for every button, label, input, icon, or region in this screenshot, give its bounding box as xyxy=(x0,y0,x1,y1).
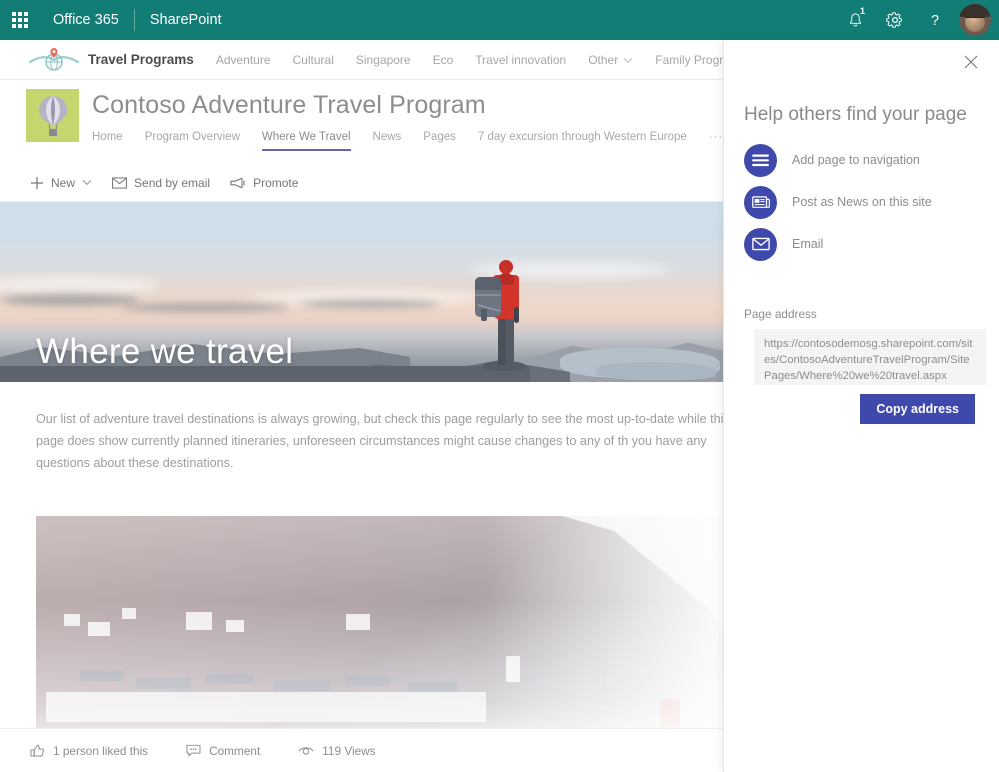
hub-link-label: Adventure xyxy=(216,53,271,67)
sharepoint-app-name[interactable]: SharePoint xyxy=(137,0,235,40)
eye-icon xyxy=(298,745,314,756)
site-nav-item-program-overview[interactable]: Program Overview xyxy=(145,131,240,151)
views-label: 119 Views xyxy=(322,744,375,758)
navigation-menu-icon xyxy=(744,144,777,177)
action-label: Email xyxy=(792,237,823,251)
hub-link-label: Travel innovation xyxy=(475,53,566,67)
panel-actions: Add page to navigation Post as News on t… xyxy=(744,140,984,264)
cloud xyxy=(0,294,140,306)
suite-divider xyxy=(134,9,135,31)
hub-link-family-programs[interactable]: Family Programs xyxy=(655,53,723,67)
plus-icon xyxy=(30,176,44,190)
notification-badge: 1 xyxy=(858,7,867,16)
site-logo[interactable] xyxy=(26,89,79,142)
comment-label: Comment xyxy=(209,744,260,758)
post-as-news-button[interactable]: Post as News on this site xyxy=(744,182,984,222)
user-avatar[interactable] xyxy=(959,4,991,36)
like-button[interactable]: 1 person liked this xyxy=(30,744,148,758)
add-page-to-navigation-button[interactable]: Add page to navigation xyxy=(744,140,984,180)
hero-title: Where we travel xyxy=(36,332,293,372)
settings-button[interactable] xyxy=(875,0,915,40)
hub-link-label: Family Programs xyxy=(655,53,723,67)
hub-site-title[interactable]: Travel Programs xyxy=(88,52,194,67)
close-icon xyxy=(964,55,978,74)
views-counter[interactable]: 119 Views xyxy=(298,744,375,758)
cloud xyxy=(120,303,290,312)
megaphone-icon xyxy=(230,177,246,189)
site-nav-item-pages[interactable]: Pages xyxy=(423,131,456,151)
action-label: Post as News on this site xyxy=(792,195,932,209)
article-image xyxy=(36,516,726,729)
office365-suite-bar: Office 365 SharePoint 1 ? xyxy=(0,0,999,40)
hub-link-eco[interactable]: Eco xyxy=(433,53,454,67)
site-nav-item-where-we-travel[interactable]: Where We Travel xyxy=(262,131,351,151)
help-button[interactable]: ? xyxy=(915,0,955,40)
hero-banner: Where we travel xyxy=(0,202,723,382)
email-button[interactable]: Email xyxy=(744,224,984,264)
hub-link-singapore[interactable]: Singapore xyxy=(356,53,411,67)
hub-site-navigation: Travel Programs Adventure Cultural Singa… xyxy=(0,40,723,80)
chevron-down-icon xyxy=(82,179,92,186)
travel-globe-pin-icon xyxy=(28,46,80,74)
page-address-field[interactable]: https://contosodemosg.sharepoint.com/sit… xyxy=(754,329,986,385)
envelope-icon xyxy=(744,228,777,261)
site-nav-item-home[interactable]: Home xyxy=(92,131,123,151)
news-icon xyxy=(744,186,777,219)
panel-close-button[interactable] xyxy=(955,48,987,80)
site-nav-overflow-button[interactable]: ··· xyxy=(709,131,724,151)
office365-brand[interactable]: Office 365 xyxy=(40,0,132,40)
panel-heading: Help others find your page xyxy=(744,104,967,126)
command-bar: New Send by email Promote xyxy=(0,164,723,202)
hub-link-other[interactable]: Other xyxy=(588,53,633,67)
thumbs-up-icon xyxy=(30,744,45,758)
hub-link-adventure[interactable]: Adventure xyxy=(216,53,271,67)
new-button-label: New xyxy=(51,176,75,190)
comment-button[interactable]: Comment xyxy=(186,744,260,758)
svg-text:?: ? xyxy=(931,13,939,29)
hub-link-cultural[interactable]: Cultural xyxy=(293,53,334,67)
copy-address-button[interactable]: Copy address xyxy=(860,394,975,424)
share-panel: Help others find your page Add page to n… xyxy=(723,40,999,772)
page-address-label: Page address xyxy=(744,307,817,321)
action-label: Add page to navigation xyxy=(792,153,920,167)
hub-link-label: Singapore xyxy=(356,53,411,67)
hot-air-balloon-icon xyxy=(36,94,70,138)
envelope-icon xyxy=(112,177,127,189)
notifications-button[interactable]: 1 xyxy=(835,0,875,40)
hub-link-label: Other xyxy=(588,53,618,67)
cloud xyxy=(300,300,440,308)
avatar-glasses xyxy=(965,17,985,22)
site-header: Contoso Adventure Travel Program Home Pr… xyxy=(0,81,723,164)
article-paragraph: Our list of adventure travel destination… xyxy=(36,408,736,474)
site-navigation: Home Program Overview Where We Travel Ne… xyxy=(92,131,787,151)
chevron-down-icon xyxy=(623,53,633,67)
hiker-figure xyxy=(466,249,538,376)
promote-button[interactable]: Promote xyxy=(220,164,308,202)
send-by-email-button[interactable]: Send by email xyxy=(102,164,220,202)
help-icon: ? xyxy=(926,11,944,29)
image-fade xyxy=(486,516,726,729)
water xyxy=(596,362,716,380)
hub-link-label: Cultural xyxy=(293,53,334,67)
site-nav-item-7-day-excursion[interactable]: 7 day excursion through Western Europe xyxy=(478,131,687,151)
avatar-hair xyxy=(959,4,991,17)
app-launcher-button[interactable] xyxy=(0,0,40,40)
waffle-icon xyxy=(12,12,28,28)
hub-link-travel-innovation[interactable]: Travel innovation xyxy=(475,53,566,67)
page-social-bar: 1 person liked this Comment 119 Views xyxy=(0,728,723,772)
sharepoint-page: Office 365 SharePoint 1 ? xyxy=(0,0,999,772)
send-by-email-label: Send by email xyxy=(134,176,210,190)
page-title: Contoso Adventure Travel Program xyxy=(92,91,486,120)
like-count-label: 1 person liked this xyxy=(53,744,148,758)
new-button[interactable]: New xyxy=(20,164,102,202)
site-nav-item-news[interactable]: News xyxy=(373,131,402,151)
promote-button-label: Promote xyxy=(253,176,298,190)
hub-link-label: Eco xyxy=(433,53,454,67)
comment-icon xyxy=(186,744,201,757)
gear-icon xyxy=(886,11,904,29)
